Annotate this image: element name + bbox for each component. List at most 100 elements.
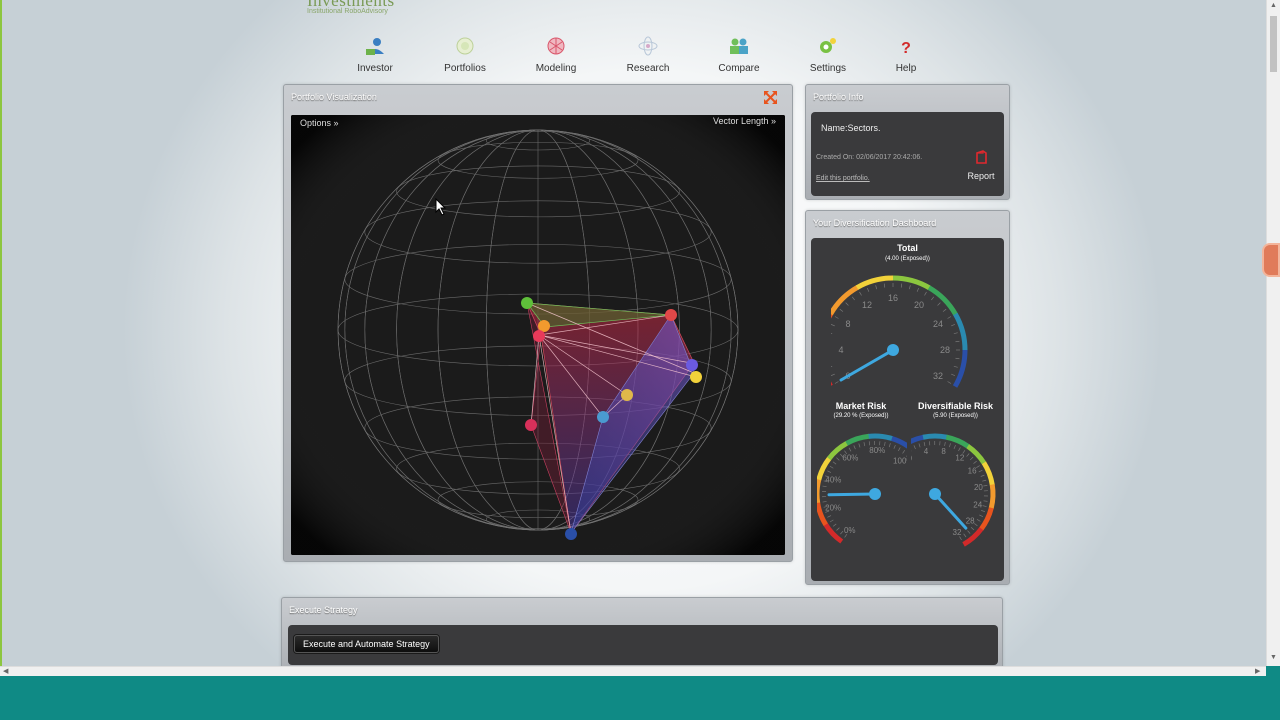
gauge-band bbox=[817, 478, 822, 503]
edit-portfolio-link[interactable]: Edit this portfolio. bbox=[816, 175, 870, 182]
total-gauge: 048121620242832 bbox=[831, 275, 968, 388]
nav-research-label: Research bbox=[626, 63, 670, 74]
diversifiable-risk-value: (5.90 (Exposed)) bbox=[933, 413, 978, 419]
research-icon bbox=[638, 36, 658, 56]
gauge-tick-label: 28 bbox=[940, 345, 950, 355]
gauge-tick-label: 20 bbox=[914, 300, 924, 310]
gauge-tick-label: 60% bbox=[842, 454, 858, 463]
gauge-tick-label: 40% bbox=[825, 476, 841, 485]
market-risk-gauge: 0% 20% 40% 60% 80% 100% bbox=[817, 433, 907, 544]
mouse-cursor-icon bbox=[435, 198, 447, 216]
gauge-tick-label: 4 bbox=[924, 447, 929, 456]
nav-compare-label: Compare bbox=[718, 63, 760, 74]
gauge-tick-label: 16 bbox=[888, 293, 898, 303]
diversifiable-risk-title: Diversifiable Risk bbox=[917, 401, 994, 411]
gauge-band bbox=[981, 461, 995, 486]
visualization-canvas[interactable]: Options » Vector Length » bbox=[291, 115, 785, 555]
gauge-band bbox=[962, 527, 984, 547]
vertical-scrollbar[interactable]: ▲ ▼ bbox=[1266, 0, 1280, 666]
scroll-up-icon[interactable]: ▲ bbox=[1270, 2, 1277, 9]
gauge-band bbox=[966, 444, 987, 465]
gauge-band bbox=[845, 433, 870, 446]
scroll-left-icon[interactable]: ◀ bbox=[3, 667, 8, 675]
gauge-tick-label: 16 bbox=[968, 466, 977, 475]
gauge-needle bbox=[933, 492, 968, 530]
gauge-tick-label: 20% bbox=[825, 504, 841, 513]
nav-compare[interactable]: Compare bbox=[699, 36, 779, 74]
nav-help-label: Help bbox=[895, 63, 917, 74]
created-on-text: Created On: 02/06/2017 20:42:06. bbox=[816, 154, 923, 161]
nav-portfolios[interactable]: Portfolios bbox=[425, 36, 505, 74]
gauge-band bbox=[988, 484, 996, 509]
gauge-band bbox=[945, 434, 970, 449]
gauge-needle bbox=[839, 348, 895, 382]
gauge-band bbox=[952, 349, 968, 388]
diversifiable-risk-gauge: 0 4 8 12 16 20 24 28 32 bbox=[911, 433, 996, 547]
dashboard-content: Total (4.00 (Exposed)) 0 4 8 12 16 20 24 28 32 M… bbox=[811, 238, 1004, 581]
scroll-down-icon[interactable]: ▼ bbox=[1270, 654, 1277, 661]
gauge-tick-label: 20 bbox=[974, 483, 983, 492]
vector-length-toggle[interactable]: Vector Length » bbox=[713, 116, 776, 126]
compare-icon bbox=[730, 38, 748, 54]
gauge-tick-label: 8 bbox=[845, 319, 850, 329]
gauge-hub bbox=[869, 488, 881, 500]
nav-settings-label: Settings bbox=[809, 63, 847, 74]
gauge-tick-label: 12 bbox=[862, 300, 872, 310]
browser-viewport: Investments Institutional RoboAdvisory I… bbox=[0, 0, 1268, 666]
gauge-tick-label: 24 bbox=[933, 319, 943, 329]
report-button[interactable]: Report bbox=[963, 150, 999, 181]
gauge-band bbox=[855, 275, 894, 290]
main-nav: Investor Portfolios Modeling Research Co… bbox=[332, 36, 952, 78]
nav-portfolios-label: Portfolios bbox=[444, 63, 486, 74]
gauge-tick-label: 32 bbox=[953, 528, 962, 537]
nav-investor[interactable]: Investor bbox=[335, 36, 415, 74]
execute-panel-title: Execute Strategy bbox=[289, 605, 358, 615]
nav-modeling-label: Modeling bbox=[535, 63, 577, 74]
gauge-tick-label: 0% bbox=[844, 526, 856, 535]
gauge-tick-label: 100% bbox=[893, 456, 907, 465]
scrollbar-thumb[interactable] bbox=[1270, 16, 1277, 72]
nav-research[interactable]: Research bbox=[608, 36, 688, 74]
nav-settings[interactable]: Settings bbox=[788, 36, 868, 74]
gauge-band bbox=[823, 522, 844, 544]
gauge-tick-label: 8 bbox=[941, 447, 946, 456]
gauge-band bbox=[953, 312, 968, 351]
report-icon bbox=[976, 150, 987, 164]
execute-automate-button[interactable]: Execute and Automate Strategy bbox=[294, 635, 439, 653]
scroll-right-icon[interactable]: ▶ bbox=[1255, 667, 1260, 675]
gauge-band bbox=[892, 275, 931, 291]
execute-content: Execute and Automate Strategy bbox=[288, 625, 998, 665]
execute-strategy-panel: Execute Strategy Execute and Automate St… bbox=[281, 597, 1003, 666]
info-content: Name:Sectors. Created On: 02/06/2017 20:… bbox=[811, 112, 1004, 196]
help-icon: ? bbox=[901, 40, 911, 57]
gauge-tick-label: 32 bbox=[933, 371, 943, 381]
logo-title: Investments bbox=[307, 0, 395, 10]
nav-help[interactable]: ? Help bbox=[866, 36, 946, 74]
sphere-visualization[interactable] bbox=[291, 115, 785, 555]
investor-icon bbox=[366, 38, 384, 55]
gauge-tick-label: 0 bbox=[911, 454, 913, 463]
expand-icon[interactable] bbox=[763, 90, 778, 105]
brand-logo[interactable]: Investments Institutional RoboAdvisory bbox=[307, 0, 395, 15]
options-toggle[interactable]: Options » bbox=[300, 118, 339, 128]
portfolio-visualization-panel: Portfolio Visualization Options » Vector… bbox=[283, 84, 793, 562]
side-tab-handle[interactable] bbox=[1262, 243, 1280, 277]
portfolios-icon bbox=[456, 37, 474, 55]
gauge-band bbox=[831, 285, 859, 316]
total-gauge-title: Total bbox=[897, 243, 918, 253]
gauge-needle bbox=[827, 492, 877, 497]
nav-investor-label: Investor bbox=[357, 63, 393, 74]
svg-text:?: ? bbox=[901, 40, 911, 57]
gauge-tick-label: 4 bbox=[838, 345, 843, 355]
gauge-tick-label: 12 bbox=[955, 454, 964, 463]
settings-icon bbox=[820, 38, 836, 53]
nav-modeling[interactable]: Modeling bbox=[516, 36, 596, 74]
footer-bar bbox=[0, 676, 1280, 720]
gauge-band bbox=[922, 433, 948, 440]
diversification-dashboard-panel: Your Diversification Dashboard Total (4.… bbox=[805, 210, 1010, 585]
gauge-band bbox=[868, 433, 894, 442]
gauge-tick-label: 28 bbox=[966, 516, 975, 525]
info-panel-title: Portfolio Info bbox=[813, 92, 864, 102]
viz-panel-title: Portfolio Visualization bbox=[291, 92, 377, 102]
gauge-tick-label: 24 bbox=[973, 500, 982, 509]
